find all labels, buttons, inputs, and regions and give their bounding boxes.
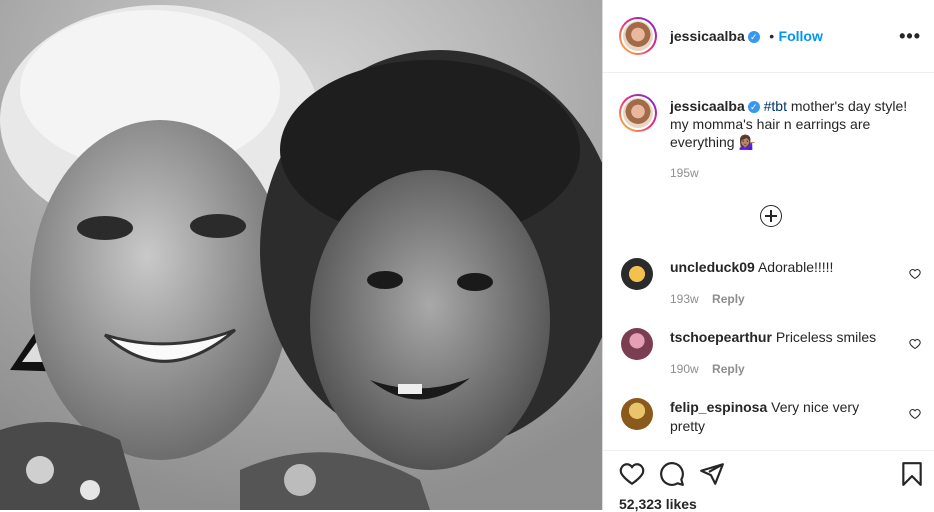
comment-meta: 190w Reply — [670, 362, 745, 376]
comment-username[interactable]: tschoepearthur — [670, 329, 772, 345]
plus-circle-icon[interactable] — [760, 205, 782, 227]
header-user-row: jessicaalba ✓ • Follow — [670, 28, 823, 46]
post-photo[interactable] — [0, 0, 602, 510]
comment-item: felip_espinosa Very nice very pretty — [621, 398, 921, 448]
comment-username[interactable]: felip_espinosa — [670, 399, 767, 415]
comment-item: uncleduck09 Adorable!!!!! 193w Reply — [621, 258, 921, 308]
comment-time[interactable]: 190w — [670, 362, 699, 376]
caption-time[interactable]: 195w — [670, 166, 699, 180]
post-header: jessicaalba ✓ • Follow ••• — [603, 0, 934, 73]
verified-badge-icon: ✓ — [747, 30, 760, 43]
profile-avatar[interactable] — [619, 17, 657, 55]
comment-like-heart-icon[interactable] — [909, 338, 921, 350]
comment-text: Priceless smiles — [775, 329, 877, 345]
header-separator: • — [769, 28, 775, 44]
reply-button[interactable]: Reply — [712, 292, 745, 306]
comment-avatar[interactable] — [621, 328, 653, 360]
caption-hashtag[interactable]: #tbt — [764, 98, 787, 114]
follow-button[interactable]: Follow — [779, 28, 823, 44]
paper-plane-icon[interactable] — [699, 461, 725, 487]
comment-username[interactable]: uncleduck09 — [670, 259, 755, 275]
more-options-icon[interactable]: ••• — [899, 27, 921, 45]
heart-icon[interactable] — [619, 461, 645, 487]
comment-like-heart-icon[interactable] — [909, 268, 921, 280]
comment-time[interactable]: 193w — [670, 292, 699, 306]
reply-button[interactable]: Reply — [712, 362, 745, 376]
comment-meta: 193w Reply — [670, 292, 745, 306]
post-caption: jessicaalba ✓ #tbt mother's day style! my… — [670, 97, 920, 151]
header-username[interactable]: jessicaalba — [670, 28, 745, 44]
bookmark-icon[interactable] — [899, 461, 925, 487]
comment-text-row: felip_espinosa Very nice very pretty — [670, 398, 880, 436]
comment-avatar[interactable] — [621, 398, 653, 430]
comment-item: tschoepearthur Priceless smiles 190w Rep… — [621, 328, 921, 378]
comment-bubble-icon[interactable] — [659, 461, 685, 487]
comment-text-row: tschoepearthur Priceless smiles — [670, 328, 880, 347]
verified-badge-icon: ✓ — [747, 101, 760, 114]
comment-like-heart-icon[interactable] — [909, 408, 921, 420]
caption-avatar[interactable] — [619, 94, 657, 132]
post-side-panel: jessicaalba ✓ • Follow ••• jessicaalba ✓ #… — [602, 0, 934, 512]
comment-avatar[interactable] — [621, 258, 653, 290]
comment-text-row: uncleduck09 Adorable!!!!! — [670, 258, 880, 277]
comment-text: Adorable!!!!! — [757, 259, 834, 275]
caption-username[interactable]: jessicaalba — [670, 98, 745, 114]
